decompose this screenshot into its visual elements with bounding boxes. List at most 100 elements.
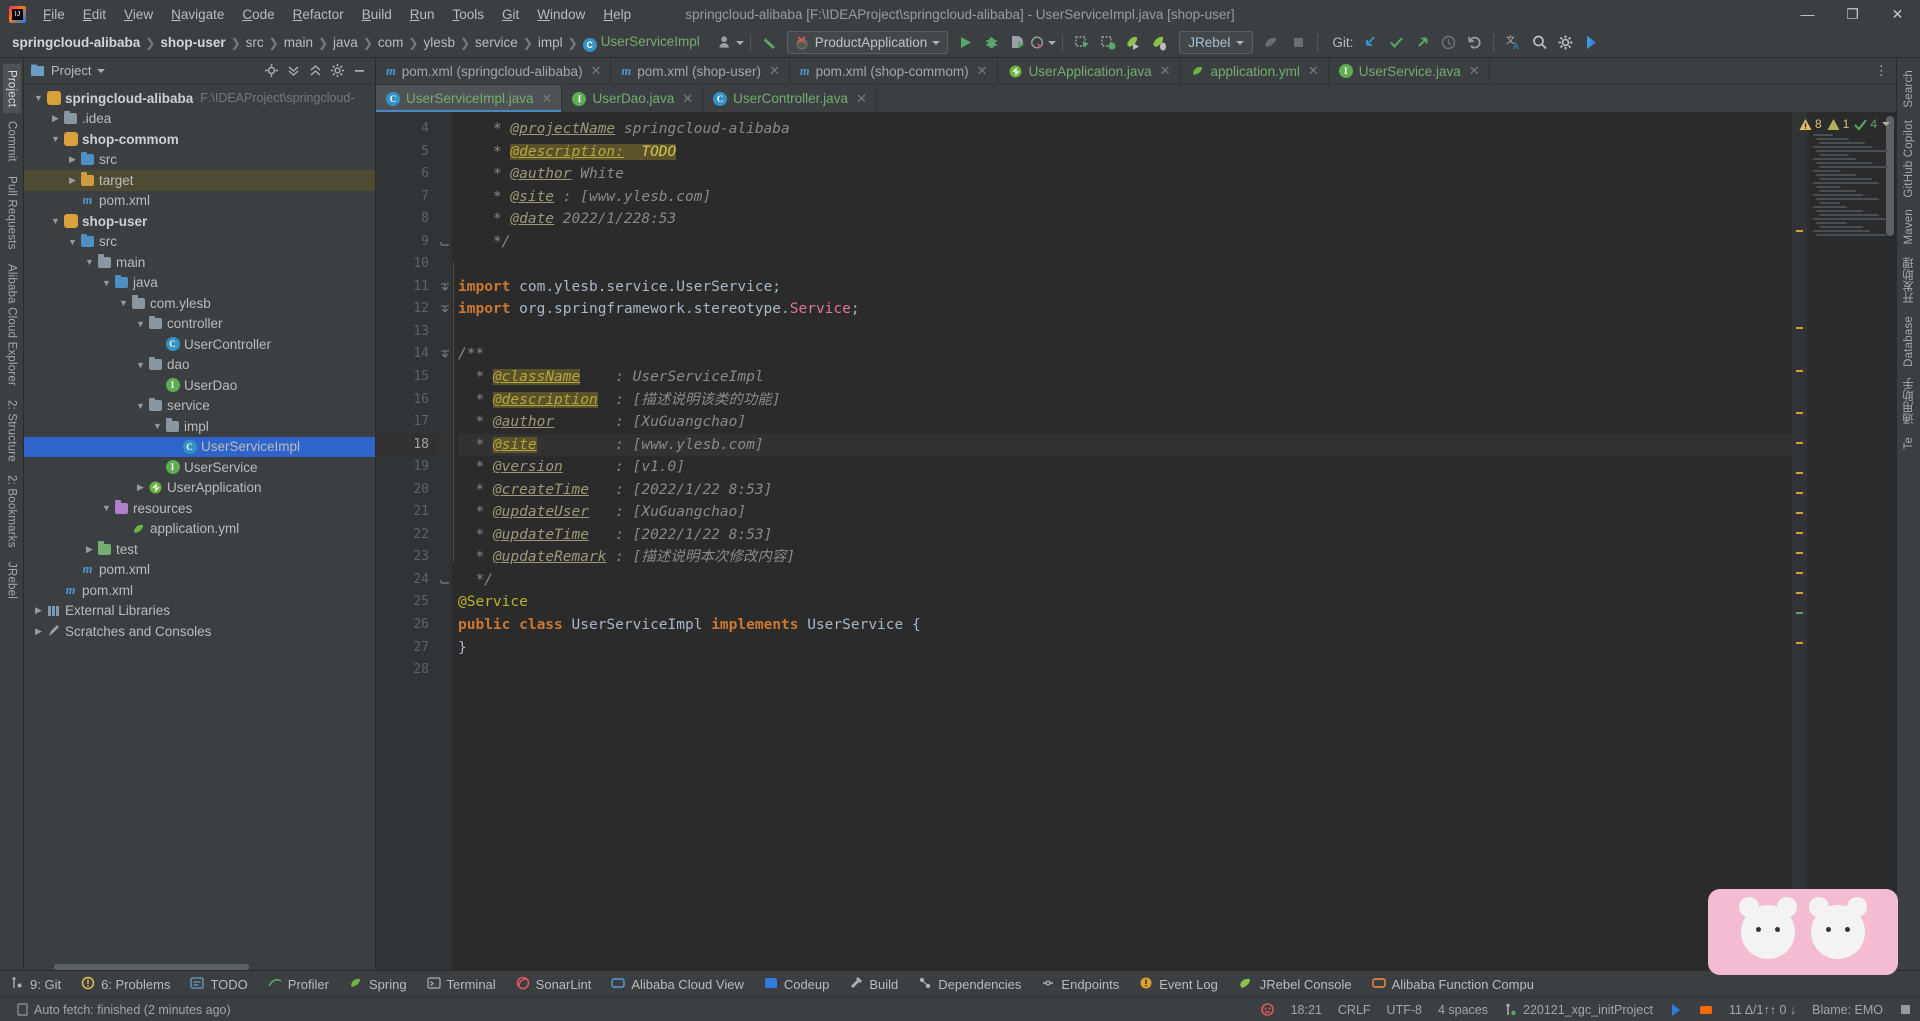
maximize-button[interactable]: ❐ bbox=[1830, 0, 1875, 28]
tool-window-tab-2-bookmarks[interactable]: 2: Bookmarks bbox=[3, 469, 21, 554]
jrebel-selector[interactable]: JRebel bbox=[1179, 31, 1254, 54]
bottom-tool-6-problems[interactable]: 6: Problems bbox=[71, 971, 180, 997]
code-line[interactable] bbox=[458, 659, 1792, 682]
tree-expander-expanded[interactable]: ▼ bbox=[66, 237, 79, 247]
line-number[interactable]: 6 bbox=[376, 163, 438, 186]
settings-icon[interactable] bbox=[1552, 31, 1578, 55]
fold-marker[interactable] bbox=[438, 231, 452, 254]
menu-window[interactable]: Window bbox=[528, 4, 594, 25]
inspection-mark[interactable] bbox=[1796, 442, 1803, 444]
menu-git[interactable]: Git bbox=[493, 4, 528, 25]
code-line[interactable]: * @author : [XuGuangchao] bbox=[458, 411, 1792, 434]
tree-expander-collapsed[interactable]: ▶ bbox=[32, 605, 45, 616]
inspection-mark[interactable] bbox=[1796, 512, 1803, 514]
bottom-tool-codeup[interactable]: Codeup bbox=[754, 971, 840, 997]
code-line[interactable]: * @updateRemark : [描述说明本次修改内容] bbox=[458, 546, 1792, 569]
code-line[interactable]: * @updateTime : [2022/1/22 8:53] bbox=[458, 524, 1792, 547]
inspection-widget[interactable]: 8 1 4 bbox=[1799, 112, 1896, 136]
fold-marker[interactable] bbox=[438, 298, 452, 321]
code-line[interactable]: * @author White bbox=[458, 163, 1792, 186]
code-line[interactable]: } bbox=[458, 637, 1792, 660]
editor-tab-userdao-java[interactable]: I UserDao.java ✕ bbox=[562, 85, 704, 112]
close-tab-icon[interactable]: ✕ bbox=[856, 91, 867, 107]
expand-all-icon[interactable] bbox=[283, 61, 303, 81]
bottom-tool-spring[interactable]: Spring bbox=[339, 971, 417, 997]
line-number[interactable]: 17 bbox=[376, 411, 438, 434]
breadcrumb[interactable]: springcloud-alibaba ❯ shop-user ❯ src ❯ main ❯ j… bbox=[8, 32, 704, 54]
tree-node--idea[interactable]: ▶ .idea bbox=[24, 109, 375, 130]
fold-marker[interactable] bbox=[438, 411, 452, 434]
git-stats[interactable]: 11 Δ/1↑↑ 0 ↓ bbox=[1721, 1003, 1804, 1017]
close-tab-icon[interactable]: ✕ bbox=[769, 63, 780, 79]
line-separator[interactable]: CRLF bbox=[1330, 1003, 1379, 1017]
breadcrumb-item-shop-user[interactable]: shop-user bbox=[156, 33, 229, 52]
tree-expander-collapsed[interactable]: ▶ bbox=[66, 175, 79, 186]
fold-marker[interactable] bbox=[438, 456, 452, 479]
tree-expander-expanded[interactable]: ▼ bbox=[134, 360, 147, 370]
code-line[interactable]: @Service bbox=[458, 591, 1792, 614]
tree-node-pom-xml[interactable]: m pom.xml bbox=[24, 560, 375, 581]
tool-window-tab-jrebel[interactable]: JRebel bbox=[3, 556, 21, 605]
hide-panel-icon[interactable] bbox=[349, 61, 369, 81]
line-number[interactable]: 10 bbox=[376, 253, 438, 276]
git-history-icon[interactable] bbox=[1435, 31, 1461, 55]
line-number[interactable]: 13 bbox=[376, 321, 438, 344]
tree-node-userapplication[interactable]: ▶ UserApplication bbox=[24, 478, 375, 499]
inspection-mark[interactable] bbox=[1796, 642, 1803, 644]
inspection-mark[interactable] bbox=[1796, 412, 1803, 414]
inspection-mark[interactable] bbox=[1796, 612, 1803, 614]
bottom-tool-todo[interactable]: TODO bbox=[180, 971, 257, 997]
tree-expander-expanded[interactable]: ▼ bbox=[32, 93, 45, 103]
breadcrumb-item-main[interactable]: main bbox=[280, 33, 317, 52]
fold-marker[interactable] bbox=[438, 208, 452, 231]
line-number[interactable]: 25 bbox=[376, 591, 438, 614]
fold-marker[interactable] bbox=[438, 141, 452, 164]
tree-node-java[interactable]: ▼ java bbox=[24, 273, 375, 294]
tree-node-com-ylesb[interactable]: ▼ com.ylesb bbox=[24, 293, 375, 314]
code-line[interactable]: import org.springframework.stereotype.Se… bbox=[458, 298, 1792, 321]
tree-node-impl[interactable]: ▼ impl bbox=[24, 416, 375, 437]
menu-code[interactable]: Code bbox=[233, 4, 283, 25]
fold-marker[interactable] bbox=[438, 501, 452, 524]
bottom-tool-terminal[interactable]: Terminal bbox=[417, 971, 506, 997]
breadcrumb-item-src[interactable]: src bbox=[242, 33, 268, 52]
code-line[interactable]: */ bbox=[458, 231, 1792, 254]
breadcrumb-item-springcloud-alibaba[interactable]: springcloud-alibaba bbox=[8, 33, 144, 52]
tool-window-tab-search[interactable]: Search bbox=[1900, 64, 1918, 114]
line-number[interactable]: 11 bbox=[376, 276, 438, 299]
code-line[interactable] bbox=[458, 253, 1792, 276]
bottom-tool-jrebel-console[interactable]: JRebel Console bbox=[1228, 971, 1362, 997]
line-number[interactable]: 18 bbox=[376, 433, 438, 457]
tree-expander-expanded[interactable]: ▼ bbox=[151, 421, 164, 431]
editor-tab-userapplication-java[interactable]: UserApplication.java ✕ bbox=[998, 58, 1181, 84]
tree-node-shop-commom[interactable]: ▼ shop-commom bbox=[24, 129, 375, 150]
line-number[interactable]: 19 bbox=[376, 456, 438, 479]
code-line[interactable]: * @className : UserServiceImpl bbox=[458, 366, 1792, 389]
menu-run[interactable]: Run bbox=[401, 4, 444, 25]
tree-node-userserviceimpl[interactable]: C UserServiceImpl bbox=[24, 436, 375, 457]
code-line[interactable]: * @date 2022/1/228:53 bbox=[458, 208, 1792, 231]
checks-count[interactable]: 4 bbox=[1854, 117, 1877, 131]
menu-edit[interactable]: Edit bbox=[74, 4, 115, 25]
line-number[interactable]: 15 bbox=[376, 366, 438, 389]
tree-expander-collapsed[interactable]: ▶ bbox=[83, 544, 96, 555]
tree-node-userdao[interactable]: I UserDao bbox=[24, 375, 375, 396]
mascot-overlay[interactable] bbox=[1708, 889, 1898, 975]
fold-marker[interactable] bbox=[438, 186, 452, 209]
git-push-icon[interactable] bbox=[1409, 31, 1435, 55]
bottom-tool-9-git[interactable]: 9: Git bbox=[0, 971, 71, 997]
line-number[interactable]: 4 bbox=[376, 118, 438, 141]
stop-icon[interactable] bbox=[1285, 31, 1311, 55]
editor-tab-usercontroller-java[interactable]: C UserController.java ✕ bbox=[703, 85, 877, 112]
status-message[interactable]: Auto fetch: finished (2 minutes ago) bbox=[8, 1003, 239, 1017]
file-encoding[interactable]: UTF-8 bbox=[1379, 1003, 1430, 1017]
tool-window-tab-database[interactable]: Database bbox=[1900, 310, 1918, 373]
tree-node-service[interactable]: ▼ service bbox=[24, 396, 375, 417]
tree-node-application-yml[interactable]: application.yml bbox=[24, 519, 375, 540]
code-line[interactable]: * @version : [v1.0] bbox=[458, 456, 1792, 479]
codegeex-status-icon[interactable] bbox=[1661, 1003, 1691, 1017]
editor-tabs-row-2[interactable]: C UserServiceImpl.java ✕ I UserDao.java ✕ C Use… bbox=[376, 85, 1896, 112]
project-tree[interactable]: ▼ springcloud-alibaba F:\IDEAProject\sprin… bbox=[24, 84, 375, 956]
code-line[interactable]: * @site : [www.ylesb.com] bbox=[458, 186, 1792, 209]
tree-node-dao[interactable]: ▼ dao bbox=[24, 355, 375, 376]
